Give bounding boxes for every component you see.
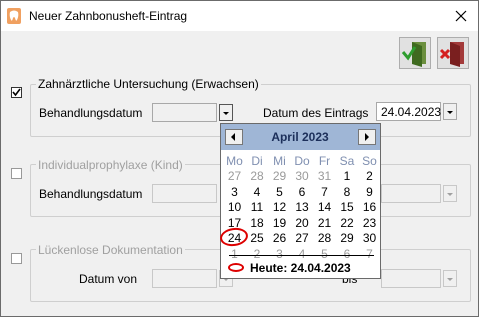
- datum-bis-dropdown-button[interactable]: [443, 270, 457, 287]
- calendar-day[interactable]: 18: [246, 216, 269, 230]
- calendar-day[interactable]: 24: [218, 226, 250, 248]
- cancel-exit-button[interactable]: [437, 37, 469, 69]
- datum-des-eintrags-field[interactable]: 24.04.2023: [376, 102, 441, 121]
- weekday-header: Sa: [339, 154, 355, 168]
- weekday-header: Fr: [318, 154, 331, 168]
- dialog-window: Neuer Zahnbonusheft-Eintrag Zahnärztlich…: [0, 0, 479, 317]
- calendar-day[interactable]: 10: [223, 200, 246, 214]
- weekday-header: Do: [294, 154, 310, 168]
- chevron-down-icon: [447, 278, 453, 281]
- datum-bis-field[interactable]: [381, 269, 441, 288]
- calendar-day[interactable]: 30: [291, 169, 314, 183]
- calendar-day[interactable]: 21: [313, 216, 336, 230]
- calendar-day[interactable]: 4: [291, 247, 314, 261]
- window-title: Neuer Zahnbonusheft-Eintrag: [29, 9, 188, 23]
- arrow-left-icon: [231, 133, 235, 141]
- calendar-day[interactable]: 19: [268, 216, 291, 230]
- datum-von-field[interactable]: [152, 269, 217, 288]
- datum-des-eintrags-dropdown-button[interactable]: [443, 103, 457, 120]
- next-month-button[interactable]: [358, 129, 376, 145]
- chevron-down-icon: [223, 112, 229, 115]
- calendar-separator: [229, 255, 374, 256]
- chevron-down-icon: [447, 193, 453, 196]
- calendar-header: April 2023: [221, 124, 380, 150]
- calendar-day[interactable]: 22: [336, 216, 359, 230]
- calendar-day[interactable]: 1: [336, 169, 359, 183]
- group-untersuchung-title: Zahnärztliche Untersuchung (Erwachsen): [36, 77, 261, 91]
- calendar-day[interactable]: 29: [336, 231, 359, 245]
- group-dokumentation-title: Lückenlose Dokumentation: [36, 243, 185, 257]
- tooth-app-icon: [7, 8, 21, 24]
- calendar-popup: April 2023 Mo Di Mi Do Fr Sa So 27 28 29 30 31 1 2 3 4 5…: [218, 123, 381, 279]
- weekday-header: Di: [251, 154, 263, 168]
- calendar-day[interactable]: 4: [246, 185, 269, 199]
- calendar-day[interactable]: 14: [313, 200, 336, 214]
- title-bar: Neuer Zahnbonusheft-Eintrag: [1, 1, 478, 31]
- calendar-day[interactable]: 6: [291, 185, 314, 199]
- calendar-day[interactable]: 20: [291, 216, 314, 230]
- weekday-header: Mi: [273, 154, 286, 168]
- checkbox-individualprophylaxe[interactable]: [11, 168, 22, 179]
- today-label: Heute: 24.04.2023: [250, 261, 351, 275]
- prev-month-button[interactable]: [225, 129, 243, 145]
- calendar-day[interactable]: 27: [291, 231, 314, 245]
- calendar-day[interactable]: 1: [223, 247, 246, 261]
- calendar-day[interactable]: 8: [336, 185, 359, 199]
- save-exit-button[interactable]: [399, 37, 431, 69]
- today-button[interactable]: Heute: 24.04.2023: [225, 260, 378, 276]
- save-exit-icon: [401, 42, 426, 67]
- calendar-day[interactable]: 7: [358, 247, 381, 261]
- weekday-header: So: [362, 154, 377, 168]
- eintrag-kind-dropdown-button[interactable]: [443, 185, 457, 202]
- month-title: April 2023: [271, 130, 329, 144]
- datum-des-eintrags-value: 24.04.2023: [381, 105, 442, 119]
- weekday-header: Mo: [226, 154, 243, 168]
- calendar-day[interactable]: 25: [246, 231, 269, 245]
- behandlungsdatum-kind-field[interactable]: [152, 184, 217, 203]
- behandlungsdatum-dropdown-button[interactable]: [219, 104, 233, 121]
- calendar-day[interactable]: 3: [223, 185, 246, 199]
- calendar-day[interactable]: 28: [246, 169, 269, 183]
- datum-des-eintrags-label: Datum des Eintrags: [263, 106, 369, 120]
- close-icon[interactable]: [447, 4, 475, 28]
- group-individualprophylaxe-title: Individualprophylaxe (Kind): [36, 158, 185, 172]
- checkbox-untersuchung[interactable]: [11, 87, 22, 98]
- calendar-day[interactable]: 27: [223, 169, 246, 183]
- calendar-day[interactable]: 29: [268, 169, 291, 183]
- calendar-day[interactable]: 2: [246, 247, 269, 261]
- calendar-day[interactable]: 16: [358, 200, 381, 214]
- calendar-day[interactable]: 11: [246, 200, 269, 214]
- calendar-day[interactable]: 12: [268, 200, 291, 214]
- calendar-day[interactable]: 13: [291, 200, 314, 214]
- calendar-day[interactable]: 23: [358, 216, 381, 230]
- eintrag-kind-field[interactable]: [381, 184, 441, 203]
- calendar-day[interactable]: 31: [313, 169, 336, 183]
- checkmark-icon: [12, 88, 21, 97]
- calendar-day[interactable]: 6: [336, 247, 359, 261]
- datum-von-label: Datum von: [79, 272, 138, 286]
- calendar-day[interactable]: 30: [358, 231, 381, 245]
- calendar-day[interactable]: 3: [268, 247, 291, 261]
- behandlungsdatum-field[interactable]: [152, 103, 217, 122]
- calendar-day[interactable]: 2: [358, 169, 381, 183]
- calendar-day[interactable]: 7: [313, 185, 336, 199]
- calendar-day[interactable]: 15: [336, 200, 359, 214]
- behandlungsdatum-label: Behandlungsdatum: [39, 106, 143, 120]
- calendar-day[interactable]: 26: [268, 231, 291, 245]
- cancel-exit-icon: [439, 42, 464, 67]
- arrow-right-icon: [365, 133, 369, 141]
- calendar-day[interactable]: 9: [358, 185, 381, 199]
- checkbox-dokumentation[interactable]: [11, 253, 22, 264]
- chevron-down-icon: [447, 111, 453, 114]
- behandlungsdatum-kind-label: Behandlungsdatum: [39, 187, 143, 201]
- calendar-day[interactable]: 5: [268, 185, 291, 199]
- calendar-day[interactable]: 5: [313, 247, 336, 261]
- calendar-day[interactable]: 28: [313, 231, 336, 245]
- today-circle-icon: [228, 263, 244, 272]
